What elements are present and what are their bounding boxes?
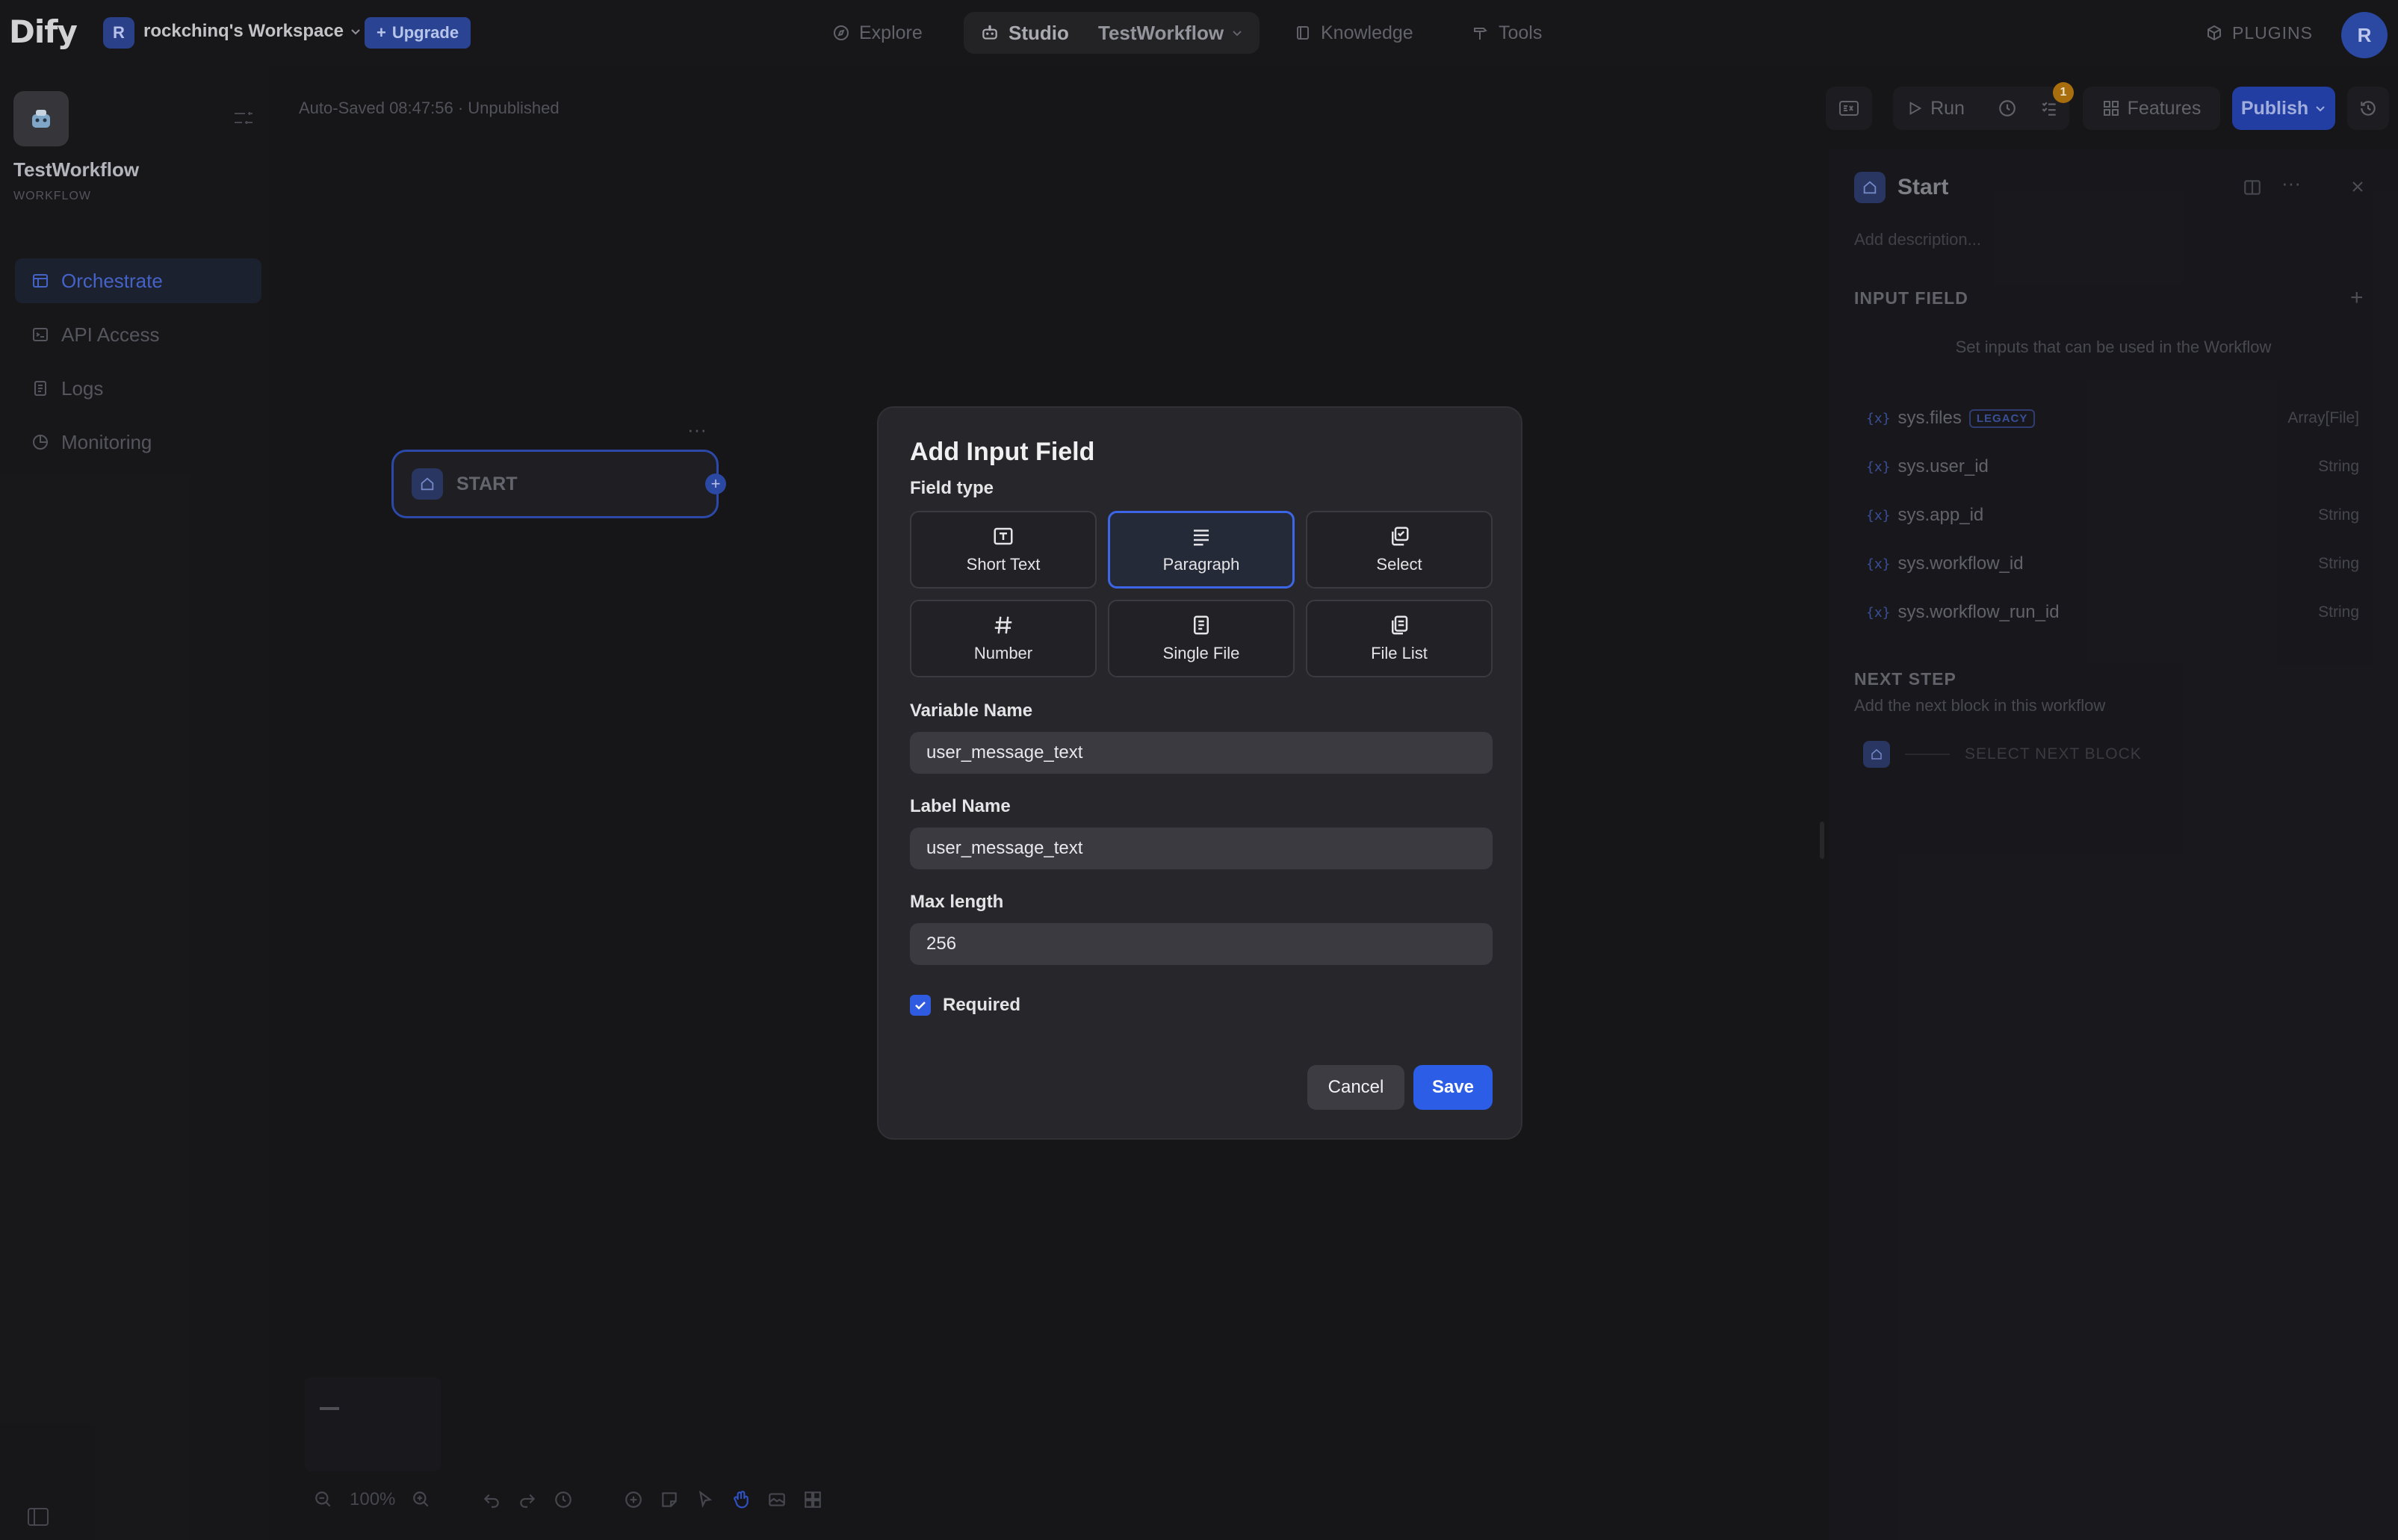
field-type-label: Short Text [966,555,1041,574]
field-type-label: Select [1376,555,1422,574]
field-type-label: Number [973,644,1033,662]
text-input-icon [992,525,1014,547]
paragraph-icon [1190,525,1212,547]
field-type-label: Paragraph [1162,555,1240,574]
required-checkbox[interactable] [910,995,931,1016]
variable-name-label: Variable Name [910,701,1033,721]
required-label: Required [943,995,1021,1015]
field-type-label: Single File [1162,644,1240,662]
field-type-label: File List [1371,644,1428,662]
field-type-paragraph[interactable]: Paragraph [1108,511,1295,589]
field-type-label: Field type [910,478,994,498]
label-name-input[interactable]: user_message_text [910,828,1493,869]
file-list-icon [1388,614,1410,636]
file-icon [1190,614,1212,636]
field-type-short-text[interactable]: Short Text [910,511,1097,589]
dialog-title: Add Input Field [910,438,1095,466]
label-name-label: Label Name [910,796,1011,816]
hash-icon [992,614,1014,636]
add-input-field-dialog: Add Input Field Field type Short Text Pa… [877,406,1522,1140]
cancel-button[interactable]: Cancel [1307,1065,1404,1110]
check-icon [915,1002,926,1010]
select-icon [1388,525,1410,547]
variable-name-input[interactable]: user_message_text [910,732,1493,774]
field-type-grid: Short Text Paragraph Select Number Singl… [910,511,1493,677]
save-button[interactable]: Save [1413,1065,1493,1110]
field-type-file-list[interactable]: File List [1306,600,1493,677]
field-type-select[interactable]: Select [1306,511,1493,589]
field-type-single-file[interactable]: Single File [1108,600,1295,677]
max-length-label: Max length [910,892,1004,912]
field-type-number[interactable]: Number [910,600,1097,677]
max-length-input[interactable]: 256 [910,923,1493,965]
required-row: Required [910,995,1020,1016]
